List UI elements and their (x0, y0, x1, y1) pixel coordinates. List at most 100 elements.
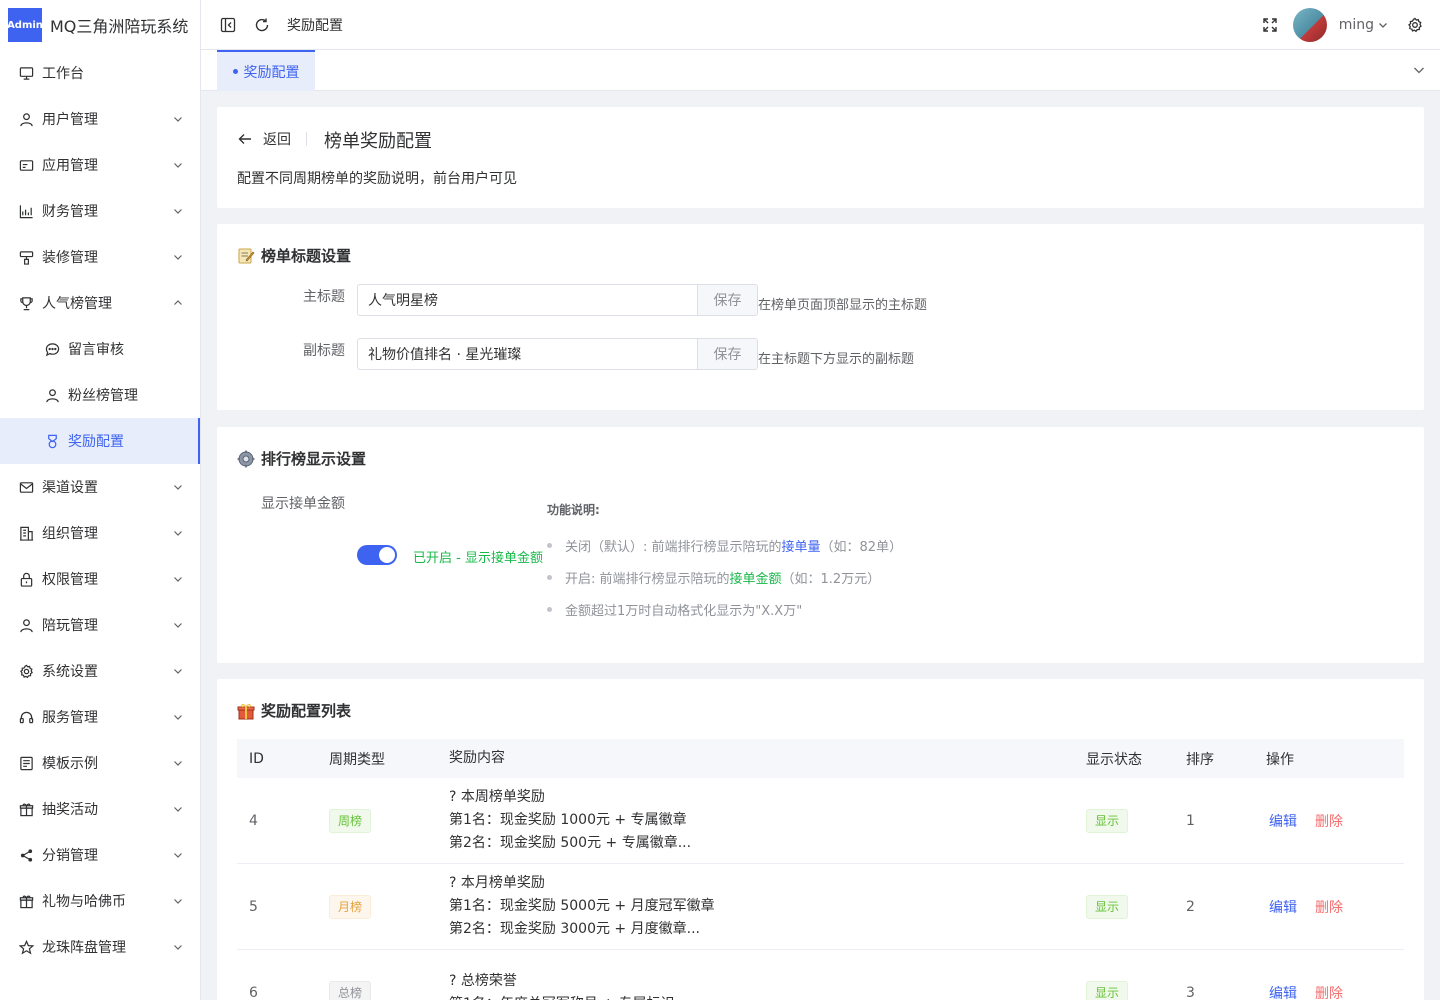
sidebar-item-label: 陪玩管理 (42, 618, 98, 634)
sidebar-item-11[interactable]: 权限管理 (0, 556, 200, 602)
delete-button[interactable]: 删除 (1315, 811, 1343, 831)
sidebar-item-label: 分销管理 (42, 848, 98, 864)
username[interactable]: ming (1339, 17, 1374, 33)
medal-icon (44, 433, 60, 449)
cell-actions: 编辑 删除 (1266, 811, 1404, 831)
sidebar-item-label: 组织管理 (42, 526, 98, 542)
sidebar-item-label: 装修管理 (42, 250, 98, 266)
sidebar-item-label: 应用管理 (42, 158, 98, 174)
sub-title-save-button[interactable]: 保存 (697, 339, 757, 369)
tabs-bar: 奖励配置 (201, 50, 1440, 91)
sidebar-item-3[interactable]: 财务管理 (0, 188, 200, 234)
chevron-down-icon (172, 757, 184, 769)
tab-reward-config[interactable]: 奖励配置 (217, 50, 315, 91)
sub-title-input-group: 礼物价值排名 · 星光璀璨 保存 (357, 338, 758, 370)
monitor-icon (18, 65, 34, 81)
breadcrumb: 奖励配置 (287, 17, 343, 34)
brand-name: MQ三角洲陪玩系统 (50, 17, 189, 36)
sub-title-input[interactable]: 礼物价值排名 · 星光璀璨 (358, 339, 697, 369)
sidebar-item-14[interactable]: 服务管理 (0, 694, 200, 740)
content-line-2: 第1名：现金奖励 5000元 + 月度冠军徽章 (449, 898, 715, 914)
sidebar-item-5[interactable]: 人气榜管理 (0, 280, 200, 326)
sidebar-item-18[interactable]: 礼物与哈佛币 (0, 878, 200, 924)
show-amount-label: 显示接单金额 (261, 496, 345, 512)
cell-sort: 1 (1186, 812, 1195, 829)
edit-button[interactable]: 编辑 (1269, 983, 1297, 1000)
period-type-tag: 总榜 (329, 980, 372, 1000)
desc-format-text: 金额超过1万时自动格式化显示为"X.X万" (565, 603, 803, 619)
show-amount-switch[interactable] (357, 545, 397, 565)
sidebar-item-label: 用户管理 (42, 112, 98, 128)
content-line-3: 第2名：现金奖励 500元 + 专属徽章... (449, 835, 692, 851)
period-type-tag: 月榜 (329, 894, 372, 919)
main-title-input[interactable]: 人气明星榜 (358, 285, 697, 315)
sidebar-item-12[interactable]: 陪玩管理 (0, 602, 200, 648)
reward-list-card: 奖励配置列表 ID 周期类型 奖励内容 显示状态 排序 操作 4 周榜 ? 本周榜单… (217, 679, 1424, 1000)
sidebar-item-label: 工作台 (42, 66, 84, 82)
sidebar-item-6[interactable]: 留言审核 (0, 326, 200, 372)
sidebar-item-label: 龙珠阵盘管理 (42, 940, 126, 956)
settings-gear-icon[interactable] (1406, 16, 1424, 34)
desc-on-text: 开启: 前端排行榜显示陪玩的 (565, 571, 730, 587)
building-icon (18, 525, 34, 541)
sidebar-item-10[interactable]: 组织管理 (0, 510, 200, 556)
tabs-dropdown-icon[interactable] (1412, 63, 1426, 77)
chevron-down-icon (172, 665, 184, 677)
delete-button[interactable]: 删除 (1315, 983, 1343, 1000)
status-badge: 显示 (1086, 894, 1129, 919)
cell-id: 6 (249, 984, 258, 1000)
cell-sort: 3 (1186, 984, 1195, 1000)
sidebar-item-7[interactable]: 粉丝榜管理 (0, 372, 200, 418)
edit-button[interactable]: 编辑 (1269, 811, 1297, 831)
lock-icon (18, 571, 34, 587)
feature-desc-list: 关闭（默认）: 前端排行榜显示陪玩的 接单量 （如：82单） 开启: 前端排行榜显示… (547, 529, 902, 625)
status-badge: 显示 (1086, 808, 1129, 833)
sidebar-item-0[interactable]: 工作台 (0, 50, 200, 96)
sidebar: Admin MQ三角洲陪玩系统 工作台用户管理应用管理财务管理装修管理人气榜管理… (0, 0, 201, 1000)
sidebar-item-1[interactable]: 用户管理 (0, 96, 200, 142)
fullscreen-icon[interactable] (1261, 16, 1279, 34)
desc-item-format: 金额超过1万时自动格式化显示为"X.X万" (547, 593, 902, 625)
back-button[interactable]: 返回 (237, 129, 291, 149)
chevron-down-icon[interactable] (1376, 16, 1390, 34)
display-settings-heading-text: 排行榜显示设置 (261, 450, 367, 468)
sidebar-item-16[interactable]: 抽奖活动 (0, 786, 200, 832)
sidebar-item-8[interactable]: 奖励配置 (0, 418, 200, 464)
sidebar-item-label: 抽奖活动 (42, 802, 98, 818)
chevron-down-icon (172, 941, 184, 953)
cell-type: 周榜 (329, 808, 449, 833)
sidebar-item-4[interactable]: 装修管理 (0, 234, 200, 280)
sub-title-label: 副标题 (303, 343, 345, 359)
desc-item-off: 关闭（默认）: 前端排行榜显示陪玩的 接单量 （如：82单） (547, 529, 902, 561)
sidebar-item-9[interactable]: 渠道设置 (0, 464, 200, 510)
sidebar-item-label: 系统设置 (42, 664, 98, 680)
content-line-2: 第1名：年度总冠军称号 + 专属标识 (449, 993, 1086, 1000)
delete-button[interactable]: 删除 (1315, 897, 1343, 917)
collapse-sidebar-icon[interactable] (219, 16, 237, 34)
edit-button[interactable]: 编辑 (1269, 897, 1297, 917)
refresh-icon[interactable] (253, 16, 271, 34)
col-content: 奖励内容 (449, 750, 505, 766)
chevron-down-icon (172, 711, 184, 723)
col-status: 显示状态 (1086, 751, 1142, 768)
sidebar-item-2[interactable]: 应用管理 (0, 142, 200, 188)
cell-actions: 编辑 删除 (1266, 983, 1404, 1000)
sidebar-item-13[interactable]: 系统设置 (0, 648, 200, 694)
sidebar-item-15[interactable]: 模板示例 (0, 740, 200, 786)
paint-icon (18, 249, 34, 265)
display-settings-heading: 排行榜显示设置 (237, 448, 366, 469)
cell-content: ? 总榜荣誉第1名：年度总冠军称号 + 专属标识 (449, 970, 1086, 1000)
star-icon (18, 939, 34, 955)
cell-content: ? 本周榜单奖励 第1名：现金奖励 1000元 + 专属徽章 第2名：现金奖励 50… (449, 786, 1086, 855)
sidebar-item-19[interactable]: 龙珠阵盘管理 (0, 924, 200, 970)
desc-off-example: （如：82单） (820, 539, 903, 555)
brand-logo: Admin (7, 8, 43, 42)
cell-status: 显示 (1086, 980, 1186, 1000)
main-title-save-button[interactable]: 保存 (697, 285, 757, 315)
cell-id: 5 (249, 898, 258, 915)
avatar[interactable] (1292, 7, 1327, 42)
sidebar-item-17[interactable]: 分销管理 (0, 832, 200, 878)
reward-list-heading-text: 奖励配置列表 (261, 702, 352, 720)
back-label: 返回 (263, 132, 291, 148)
table-row: 5 月榜 ? 本月榜单奖励 第1名：现金奖励 5000元 + 月度冠军徽章 第2名：现金… (237, 864, 1404, 950)
